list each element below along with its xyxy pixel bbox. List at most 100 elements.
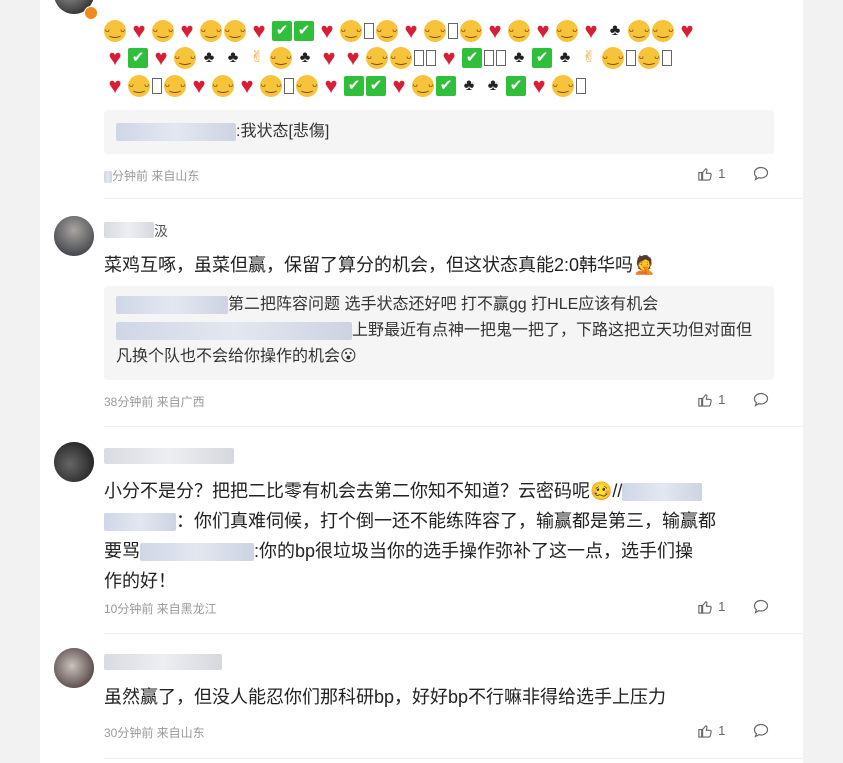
comment-text: 菜鸡互啄，虽菜但赢，保留了算分的机会，但这状态真能2:0韩华吗🤦 — [104, 255, 656, 275]
heart-emoji-icon: ♥ — [322, 45, 336, 70]
divider — [104, 198, 803, 199]
beating-heart-emoji-icon: ♥ — [346, 45, 360, 70]
divider — [104, 758, 803, 759]
quote-text-1: 第二把阵容问题 选手状态还好吧 打不赢gg 打HLE应该有机会 — [228, 296, 659, 313]
comment-text: 小分不是分？把把二比零有机会去第二你知不知道？云密码呢🥴// ：你们真难伺候，打… — [104, 476, 774, 596]
like-count: 1 — [718, 723, 726, 738]
avatar[interactable] — [54, 648, 94, 688]
heart-emoji-icon: ♥ — [532, 73, 546, 98]
blurred-username — [116, 321, 352, 340]
reply-button[interactable] — [753, 166, 769, 184]
missing-glyph-icon — [414, 50, 424, 66]
missing-glyph-icon — [662, 50, 672, 66]
like-count: 1 — [718, 392, 726, 407]
heart-emoji-icon: ♥ — [154, 45, 168, 70]
check-emoji-icon: ✔ — [436, 76, 456, 96]
comment-meta: 30分钟前 来自山东 — [104, 726, 205, 740]
emoji-row-2: ♥ ✔ ♥ ᵕ‿ᵕ ♣ ♣ ✌ ᵕ‿ᵕ ♣ ♥ ♥ ᵕ‿ᵕ ᵕ‿ᵕ ♥ ✔ ♣ ✔ ♣ ✌ ᵕ‿ᵕ ᵕ‿ᵕ — [104, 47, 674, 69]
lantern-emoji-icon: ♣ — [513, 49, 525, 66]
comment-item-4: 虽然赢了，但没人能忍你们那科研bp，好好bp不行嘛非得给选手上压力 30分钟前 … — [40, 634, 803, 763]
yum-emoji-icon: ᵕ‿ᵕ — [260, 75, 282, 97]
emoji-row-3: ♥ ᵕ‿ᵕ ᵕ‿ᵕ ♥ ᵕ‿ᵕ ♥ ᵕ‿ᵕ ᵕ‿ᵕ ♥ ✔ ✔ ♥ ᵕ‿ᵕ ✔ ♣ ♣ ✔ ♥ ᵕ‿ᵕ — [104, 75, 588, 97]
yum-emoji-icon: ᵕ‿ᵕ — [390, 47, 412, 69]
thumbs-up-icon — [698, 601, 712, 614]
yum-emoji-icon: ᵕ‿ᵕ — [552, 75, 574, 97]
text-line-3: 要骂:你的bp很垃圾当你的选手操作弥补了这一点，选手们操 — [104, 536, 774, 566]
comment-meta: 10分钟前 来自黑龙江 — [104, 602, 217, 616]
verified-badge-icon — [84, 6, 98, 20]
comment-actions: 1 — [697, 599, 769, 617]
check-emoji-icon: ✔ — [344, 76, 364, 96]
ok-hand-emoji-icon: ✌ — [250, 49, 264, 66]
text-line-2: ：你们真难伺候，打个倒一还不能练阵容了，输赢都是第三，输赢都 — [104, 506, 774, 536]
yum-emoji-icon: ᵕ‿ᵕ — [224, 20, 246, 42]
yum-emoji-icon: ᵕ‿ᵕ — [164, 75, 186, 97]
avatar[interactable] — [54, 216, 94, 256]
quote-text: :我状态[悲傷] — [236, 123, 330, 140]
yum-emoji-icon: ᵕ‿ᵕ — [270, 47, 292, 69]
reply-button[interactable] — [753, 599, 769, 617]
heart-emoji-icon: ♥ — [108, 45, 122, 70]
lantern-emoji-icon: ♣ — [227, 49, 239, 66]
thumbs-up-icon — [698, 394, 712, 407]
reply-button[interactable] — [753, 392, 769, 410]
heart-emoji-icon: ♥ — [392, 73, 406, 98]
yum-emoji-icon: ᵕ‿ᵕ — [460, 20, 482, 42]
thumbs-up-icon — [698, 725, 712, 738]
username[interactable] — [104, 654, 222, 670]
text-3a: 要骂 — [104, 541, 140, 561]
missing-glyph-icon — [484, 50, 494, 66]
heart-emoji-icon: ♥ — [252, 18, 266, 43]
yum-emoji-icon: ᵕ‿ᵕ — [152, 20, 174, 42]
meta-text: 分钟前 来自山东 — [112, 169, 200, 183]
yum-emoji-icon: ᵕ‿ᵕ — [128, 75, 150, 97]
yum-emoji-icon: ᵕ‿ᵕ — [104, 20, 126, 42]
comment-icon — [753, 599, 769, 614]
like-count: 1 — [718, 599, 726, 614]
yum-emoji-icon: ᵕ‿ᵕ — [296, 75, 318, 97]
comment-actions: 1 — [697, 166, 769, 184]
yum-emoji-icon: ᵕ‿ᵕ — [174, 47, 196, 69]
blurred-username — [140, 543, 254, 562]
avatar[interactable] — [54, 442, 94, 482]
comment-icon — [753, 166, 769, 181]
yum-emoji-icon: ᵕ‿ᵕ — [200, 20, 222, 42]
reply-button[interactable] — [753, 723, 769, 741]
username-tail: 汲 — [154, 223, 168, 239]
yum-emoji-icon: ᵕ‿ᵕ — [508, 20, 530, 42]
beating-heart-emoji-icon: ♥ — [240, 73, 254, 98]
missing-glyph-icon — [576, 78, 586, 94]
quoted-reply[interactable]: :我状态[悲傷] — [104, 110, 774, 154]
comment-text: 虽然赢了，但没人能忍你们那科研bp，好好bp不行嘛非得给选手上压力 — [104, 687, 667, 707]
lantern-emoji-icon: ♣ — [463, 77, 475, 94]
like-button[interactable]: 1 — [697, 599, 725, 614]
yum-emoji-icon: ᵕ‿ᵕ — [412, 75, 434, 97]
heart-emoji-icon: ♥ — [180, 18, 194, 43]
like-button[interactable]: 1 — [697, 723, 725, 738]
comment-meta: 38分钟前 来自广西 — [104, 395, 205, 409]
comment-item-2: 汲 菜鸡互啄，虽菜但赢，保留了算分的机会，但这状态真能2:0韩华吗🤦 第二把阵容… — [40, 200, 803, 428]
yum-emoji-icon: ᵕ‿ᵕ — [340, 20, 362, 42]
missing-glyph-icon — [364, 23, 374, 39]
username[interactable]: 汲 — [104, 222, 168, 239]
comment-actions: 1 — [697, 392, 769, 410]
like-button[interactable]: 1 — [697, 166, 725, 181]
yum-emoji-icon: ᵕ‿ᵕ — [366, 47, 388, 69]
check-emoji-icon: ✔ — [506, 76, 526, 96]
quoted-reply[interactable]: 第二把阵容问题 选手状态还好吧 打不赢gg 打HLE应该有机会 上野最近有点神一… — [104, 286, 774, 380]
yum-emoji-icon: ᵕ‿ᵕ — [652, 20, 674, 42]
lantern-emoji-icon: ♣ — [299, 49, 311, 66]
missing-glyph-icon — [284, 78, 294, 94]
beating-heart-emoji-icon: ♥ — [132, 18, 146, 43]
text-line-4: 作的好！ — [104, 571, 176, 591]
check-emoji-icon: ✔ — [532, 48, 552, 68]
beating-heart-emoji-icon: ♥ — [442, 45, 456, 70]
quote-line-1: 第二把阵容问题 选手状态还好吧 打不赢gg 打HLE应该有机会 — [116, 292, 762, 318]
like-button[interactable]: 1 — [697, 392, 725, 407]
text-2: ：你们真难伺候，打个倒一还不能练阵容了，输赢都是第三，输赢都 — [176, 511, 716, 531]
beating-heart-emoji-icon: ♥ — [404, 18, 418, 43]
blurred-username — [622, 483, 703, 502]
username[interactable] — [104, 448, 234, 464]
beating-heart-emoji-icon: ♥ — [108, 73, 122, 98]
missing-glyph-icon — [626, 50, 636, 66]
